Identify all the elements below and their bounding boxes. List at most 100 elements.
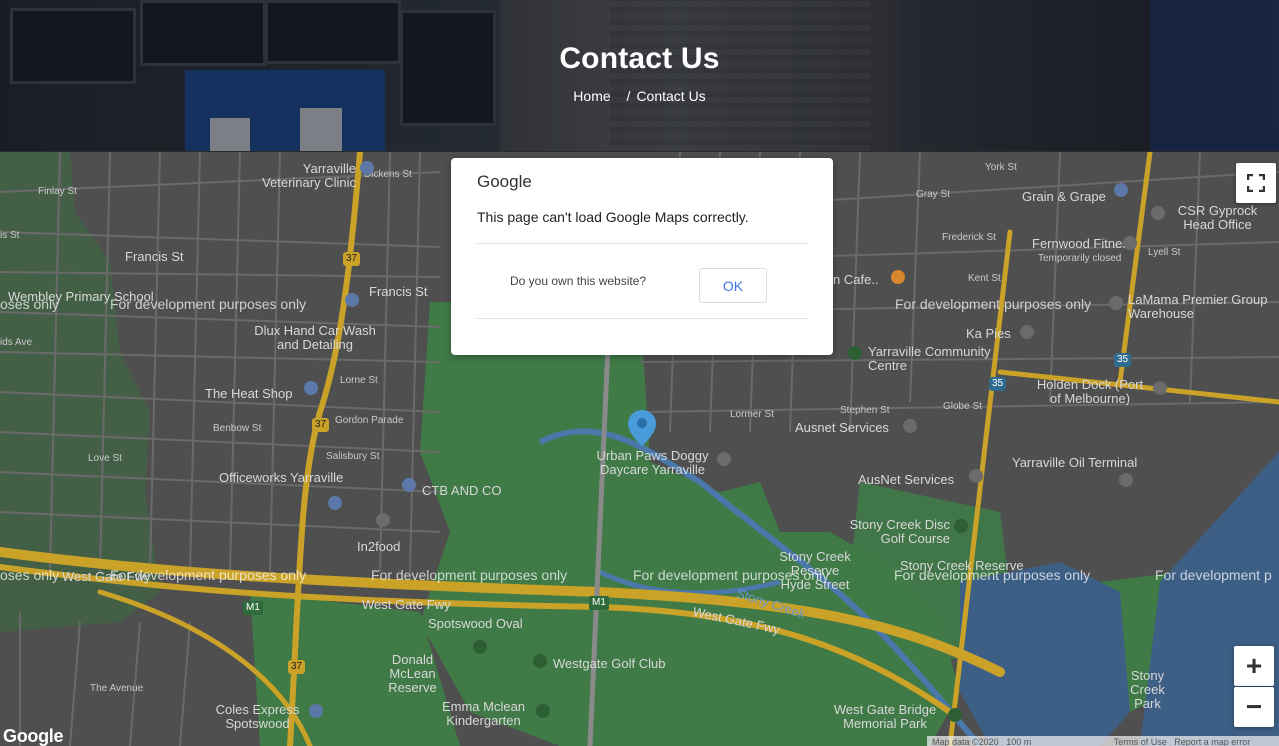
- dialog-divider: [477, 243, 808, 244]
- map-data-text: Map data ©2020: [932, 737, 999, 746]
- poi-pin-icon[interactable]: [344, 292, 360, 308]
- place-label: Spotswood Oval: [428, 616, 523, 631]
- dialog-message: This page can't load Google Maps correct…: [477, 209, 749, 225]
- poi-pin-icon[interactable]: [902, 418, 918, 434]
- place-label: Officeworks Yarraville: [219, 470, 344, 485]
- road-label: West Gate Fwy: [62, 569, 151, 584]
- route-shield: 37: [343, 252, 361, 266]
- dialog-brand: Google: [477, 172, 532, 191]
- poi-pin-icon[interactable]: [968, 468, 984, 484]
- poi-pin-icon[interactable]: [1150, 205, 1166, 221]
- place-label: CSR Gyprock Head Office: [1177, 203, 1258, 232]
- route-shield: M1: [243, 601, 263, 615]
- terms-link[interactable]: Terms of Use: [1114, 737, 1167, 746]
- place-label: Coles Express Spotswood: [215, 702, 300, 731]
- poi-pin-icon[interactable]: [953, 518, 969, 534]
- road-label: West Gate Fwy: [362, 597, 451, 612]
- dev-watermark: For development purposes only: [371, 567, 568, 583]
- street-label: Lyell St: [1148, 247, 1181, 258]
- street-label: York St: [985, 162, 1017, 173]
- location-marker-icon[interactable]: [626, 408, 658, 448]
- zoom-in-button[interactable]: +: [1234, 646, 1274, 686]
- poi-pin-icon[interactable]: [308, 703, 324, 719]
- breadcrumb: Home / Contact Us: [0, 88, 1279, 104]
- street-label: Kent St: [968, 273, 1001, 284]
- breadcrumb-separator: /: [626, 88, 631, 104]
- place-label: In2food: [357, 539, 401, 554]
- poi-pin-icon[interactable]: [1118, 472, 1134, 488]
- poi-pin-icon[interactable]: [890, 269, 906, 285]
- poi-pin-icon[interactable]: [1152, 380, 1168, 396]
- route-shield: M1: [589, 596, 609, 610]
- street-label: Gordon Parade: [335, 415, 404, 426]
- poi-pin-icon[interactable]: [535, 703, 551, 719]
- dev-watermark: oses only: [0, 567, 60, 583]
- ok-button[interactable]: OK: [699, 268, 767, 303]
- street-label: Finlay St: [38, 186, 77, 197]
- place-label: Stony Creek Reserve: [900, 558, 1024, 573]
- place-label: Ka Pies: [966, 326, 1011, 341]
- poi-pin-icon[interactable]: [532, 653, 548, 669]
- place-label: Dlux Hand Car Wash and Detailing: [254, 323, 376, 352]
- place-label: Wembley Primary School: [8, 289, 154, 304]
- street-label: Frederick St: [942, 232, 996, 243]
- place-label: Stony Creek Park: [1130, 668, 1165, 711]
- place-label: Holden Dock (Port of Melbourne): [1036, 377, 1144, 406]
- place-label: Yarraville Oil Terminal: [1012, 455, 1138, 470]
- dev-watermark: For development purposes only: [895, 296, 1092, 312]
- poi-pin-icon[interactable]: [472, 639, 488, 655]
- place-label: Yarraville Community Centre: [868, 344, 991, 373]
- place-label: Urban Paws Doggy Daycare Yarraville: [596, 448, 709, 477]
- poi-pin-icon[interactable]: [1122, 235, 1138, 251]
- dialog-question: Do you own this website?: [510, 274, 647, 288]
- street-label: Francis St: [125, 249, 184, 264]
- map-scale[interactable]: 100 m: [1006, 737, 1031, 746]
- street-label: Francis St: [369, 284, 428, 299]
- poi-pin-icon[interactable]: [847, 345, 863, 361]
- poi-pin-icon[interactable]: [303, 380, 319, 396]
- poi-pin-icon[interactable]: [1108, 295, 1124, 311]
- report-error-link[interactable]: Report a map error: [1174, 737, 1250, 746]
- street-label: The Avenue: [90, 683, 144, 694]
- street-label: Love St: [88, 453, 122, 464]
- breadcrumb-home-link[interactable]: Home: [573, 88, 610, 104]
- place-label: West Gate Bridge Memorial Park: [833, 702, 937, 731]
- street-label: ids Ave: [0, 337, 33, 348]
- route-shield: 35: [1114, 353, 1132, 367]
- fullscreen-button[interactable]: [1236, 163, 1276, 203]
- dev-watermark: For development p: [1155, 567, 1272, 583]
- street-label: Benbow St: [213, 423, 262, 434]
- place-sublabel: Temporarily closed: [1038, 253, 1122, 264]
- route-shield: 37: [312, 418, 330, 432]
- poi-pin-icon[interactable]: [1113, 182, 1129, 198]
- dialog-divider: [477, 318, 808, 319]
- street-label: Lorne St: [340, 375, 378, 386]
- place-label: Stony Creek Disc Golf Course: [849, 517, 950, 546]
- street-label: Gray St: [916, 189, 950, 200]
- poi-pin-icon[interactable]: [401, 477, 417, 493]
- poi-pin-icon[interactable]: [1019, 324, 1035, 340]
- page-hero: Contact Us Home / Contact Us: [0, 0, 1279, 151]
- fullscreen-icon: [1247, 174, 1265, 192]
- poi-pin-icon[interactable]: [327, 495, 343, 511]
- route-shield: 37: [288, 660, 306, 674]
- poi-pin-icon[interactable]: [716, 451, 732, 467]
- street-label: Globe St: [943, 401, 982, 412]
- place-label: Ausnet Services: [795, 420, 889, 435]
- street-label: Salisbury St: [326, 451, 380, 462]
- place-label: AusNet Services: [858, 472, 955, 487]
- place-label: Westgate Golf Club: [553, 656, 666, 671]
- page-title: Contact Us: [559, 42, 720, 75]
- poi-pin-icon[interactable]: [375, 512, 391, 528]
- poi-pin-icon[interactable]: [359, 160, 375, 176]
- map-attribution: Map data ©2020 100 m Terms of Use Report…: [927, 736, 1279, 746]
- poi-pin-icon[interactable]: [947, 707, 963, 723]
- place-label: Stony Creek Reserve Hyde Street: [779, 549, 851, 592]
- zoom-out-button[interactable]: −: [1234, 687, 1274, 727]
- place-label: Grain & Grape: [1022, 189, 1106, 204]
- maps-error-dialog: Google This page can't load Google Maps …: [451, 158, 833, 355]
- route-shield: 35: [989, 377, 1007, 391]
- place-label: Donald McLean Reserve: [388, 652, 437, 695]
- place-label: CTB AND CO: [422, 483, 502, 498]
- google-logo[interactable]: Google: [3, 726, 64, 746]
